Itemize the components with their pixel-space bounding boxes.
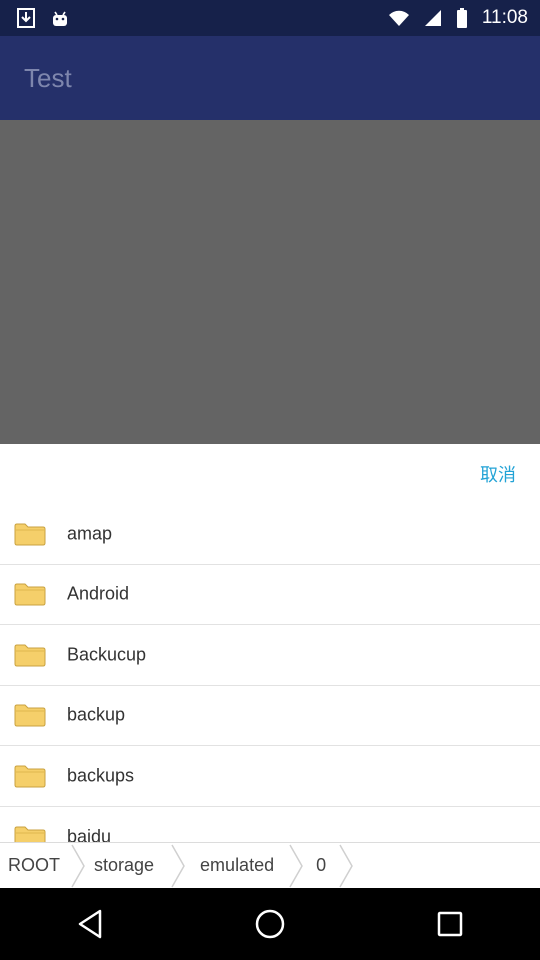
breadcrumb-0[interactable]: 0 bbox=[306, 843, 356, 889]
recents-icon bbox=[437, 911, 463, 937]
chevron-right-icon bbox=[289, 844, 303, 887]
home-icon bbox=[255, 909, 285, 939]
home-button[interactable] bbox=[240, 894, 300, 954]
file-chooser-sheet: 取消 amap Android Backucup backup backups … bbox=[0, 444, 540, 888]
chevron-right-icon bbox=[171, 844, 185, 887]
chevron-right-icon bbox=[339, 844, 353, 887]
status-time: 11:08 bbox=[481, 7, 528, 28]
list-item[interactable]: backup bbox=[0, 686, 540, 746]
folder-icon bbox=[14, 765, 46, 788]
status-bar: 11:08 bbox=[0, 0, 540, 36]
breadcrumb-label: 0 bbox=[316, 855, 327, 875]
chevron-right-icon bbox=[71, 844, 85, 887]
breadcrumb-label: ROOT bbox=[8, 855, 60, 875]
app-bar: Test bbox=[0, 36, 540, 120]
folder-icon bbox=[14, 644, 46, 667]
screen: 11:08 Test 取消 amap Android Backucup back… bbox=[0, 0, 540, 960]
sheet-header: 取消 bbox=[0, 444, 540, 504]
breadcrumb-label: emulated bbox=[200, 855, 275, 875]
wifi-icon bbox=[388, 9, 410, 27]
recents-button[interactable] bbox=[420, 894, 480, 954]
cancel-button[interactable]: 取消 bbox=[480, 461, 516, 487]
app-title: Test bbox=[24, 62, 72, 93]
list-item[interactable]: amap bbox=[0, 504, 540, 565]
back-icon bbox=[78, 909, 102, 939]
back-button[interactable] bbox=[60, 894, 120, 954]
signal-icon bbox=[424, 9, 442, 27]
dialog-scrim[interactable] bbox=[0, 120, 540, 444]
file-name: backup bbox=[67, 704, 126, 725]
download-icon bbox=[16, 7, 36, 29]
android-icon bbox=[50, 8, 70, 28]
breadcrumb-label: storage bbox=[94, 855, 155, 875]
file-list: amap Android Backucup backup backups bai… bbox=[0, 504, 540, 867]
breadcrumb-root[interactable]: ROOT bbox=[0, 843, 88, 889]
navigation-bar bbox=[0, 888, 540, 960]
breadcrumb-emulated[interactable]: emulated bbox=[188, 843, 306, 889]
battery-icon bbox=[456, 8, 468, 28]
file-name: Android bbox=[67, 583, 130, 604]
status-left bbox=[16, 7, 70, 29]
list-item[interactable]: Android bbox=[0, 565, 540, 625]
folder-icon bbox=[14, 523, 46, 546]
status-right: 11:08 bbox=[388, 7, 528, 29]
breadcrumb-storage[interactable]: storage bbox=[88, 843, 188, 889]
list-item[interactable]: backups bbox=[0, 746, 540, 807]
breadcrumb: ROOT storage emulated 0 bbox=[0, 842, 540, 888]
file-name: Backucup bbox=[67, 644, 147, 665]
file-name: amap bbox=[67, 523, 113, 544]
list-item[interactable]: Backucup bbox=[0, 625, 540, 686]
folder-icon bbox=[14, 583, 46, 606]
folder-icon bbox=[14, 704, 46, 727]
file-name: backups bbox=[67, 765, 135, 786]
